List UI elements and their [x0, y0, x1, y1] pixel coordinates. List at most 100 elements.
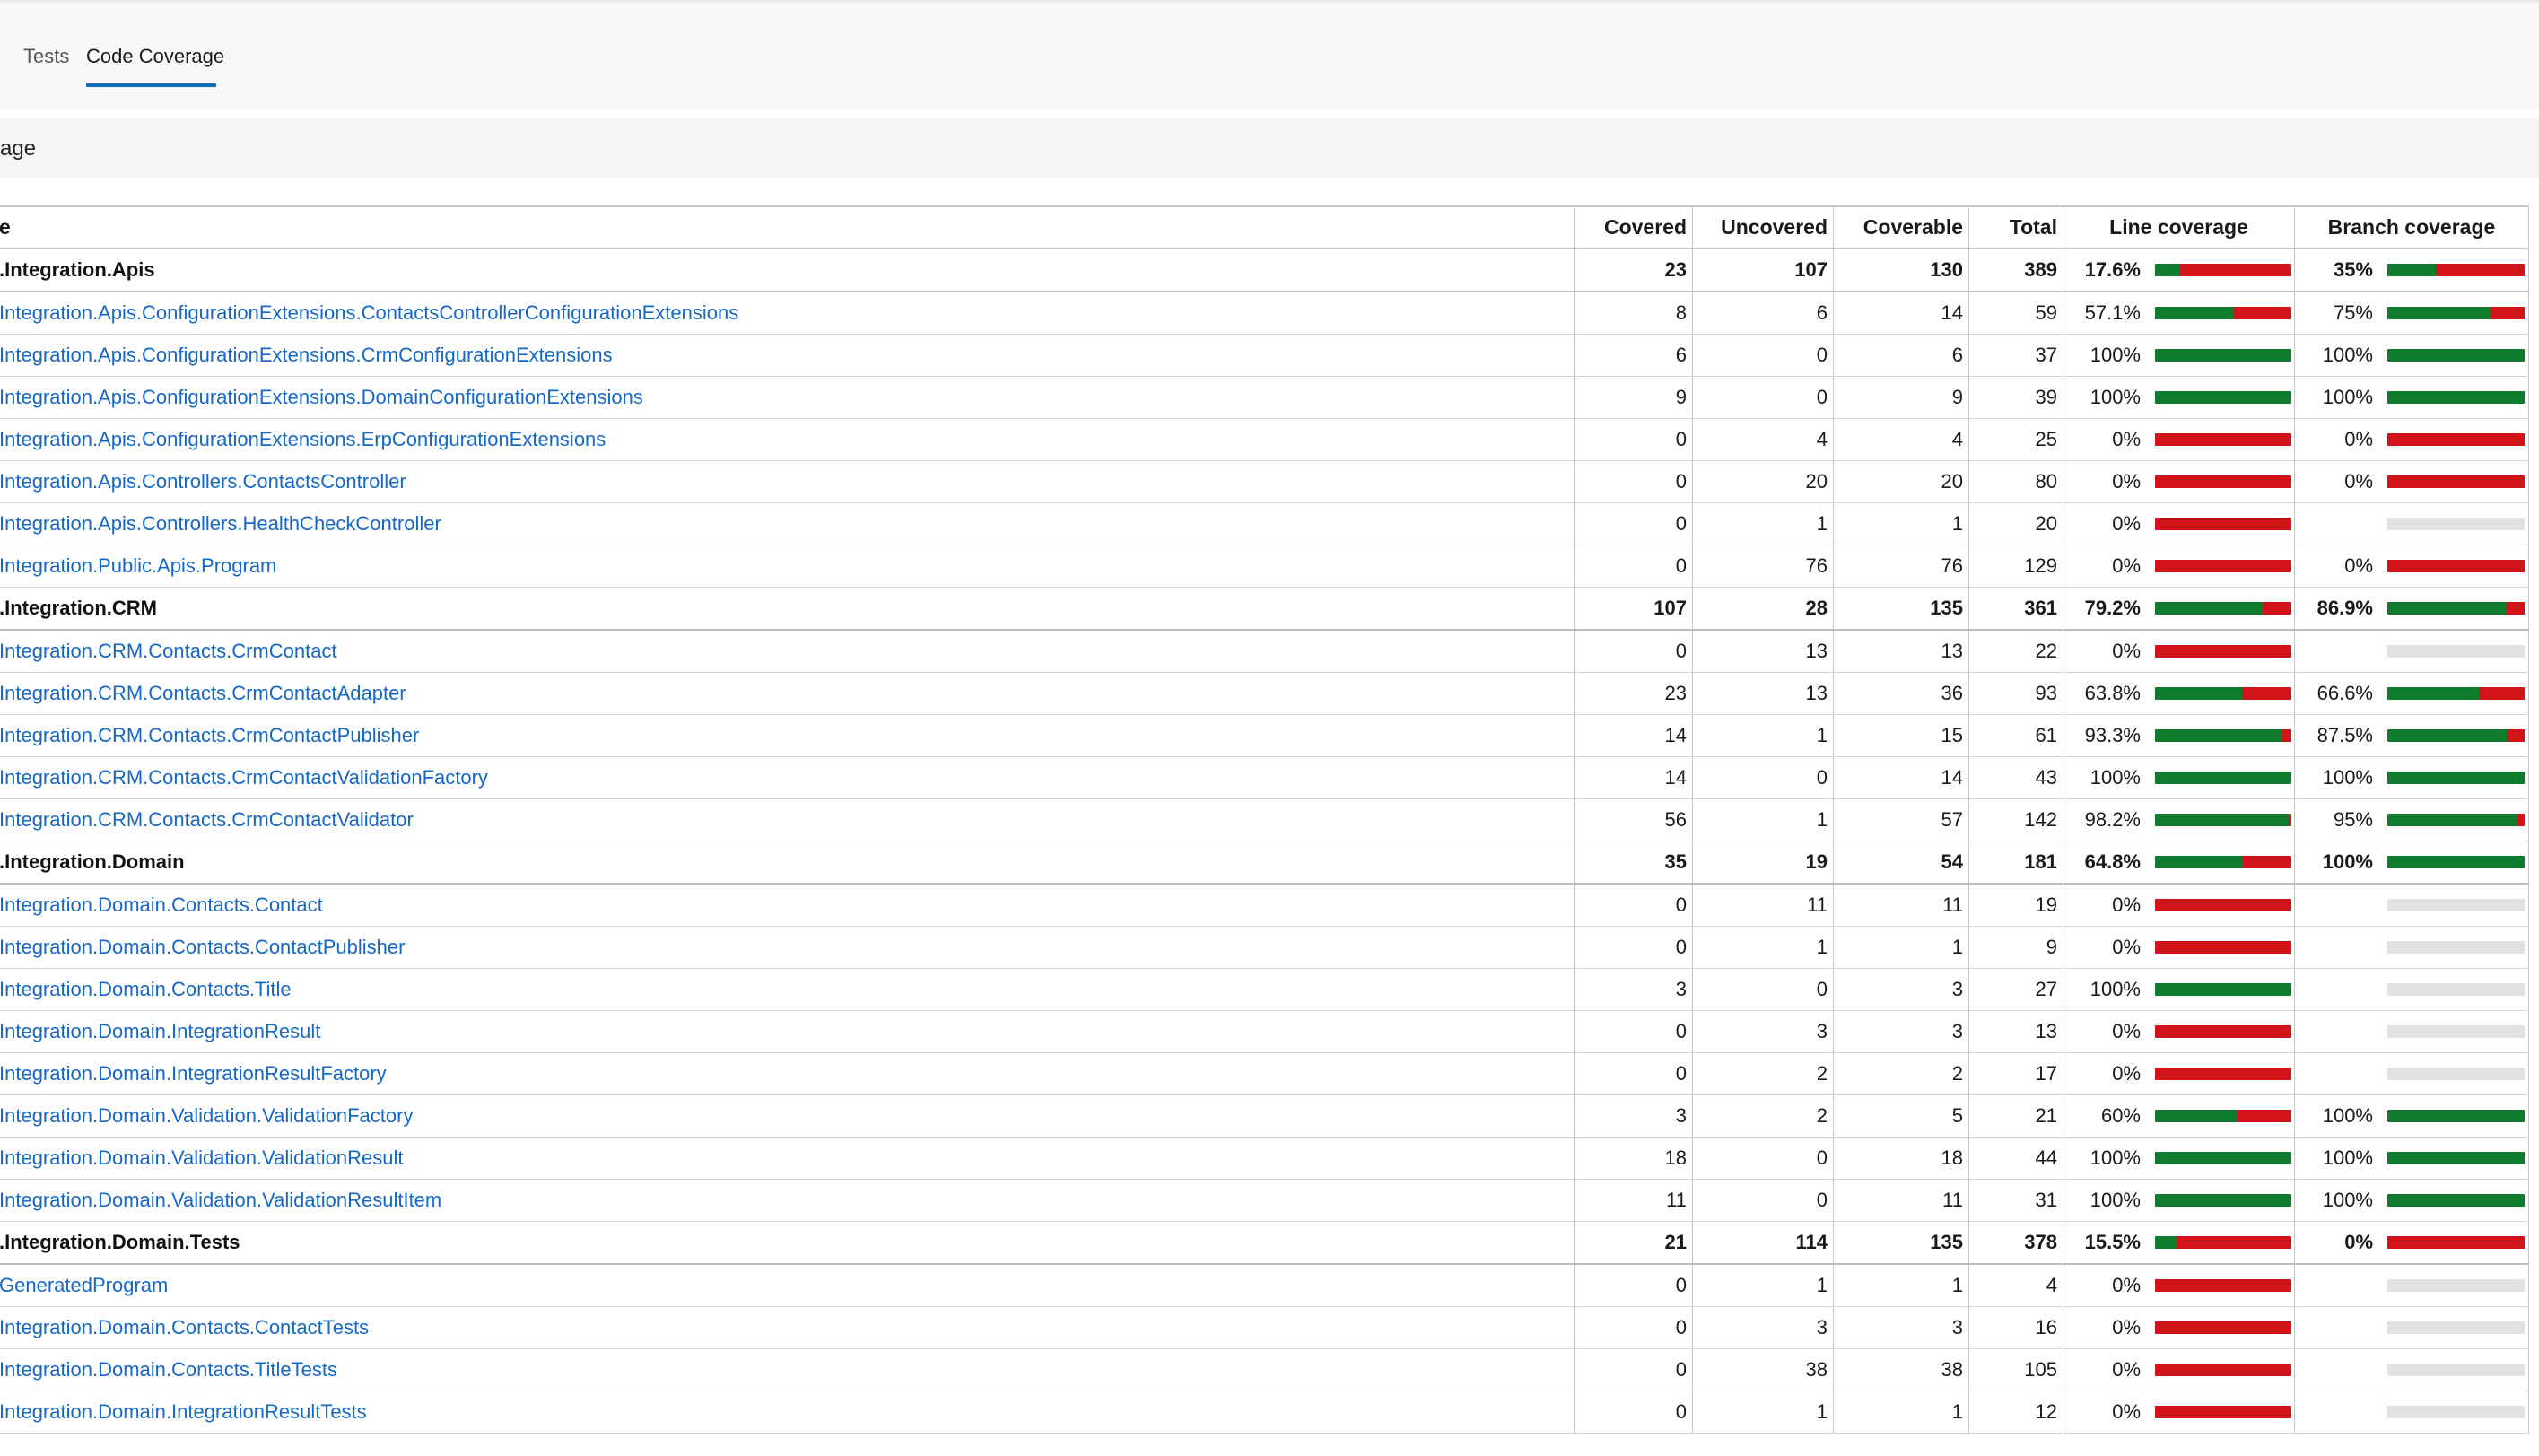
class-link[interactable]: Integration.CRM.Contacts.CrmContactValid…	[0, 766, 488, 789]
class-link[interactable]: Integration.Domain.Validation.Validation…	[0, 1104, 413, 1127]
uncovered-segment	[2155, 1278, 2291, 1292]
line-coverage-percent: 100%	[2090, 1188, 2141, 1211]
uncovered-segment	[2517, 813, 2525, 826]
class-link[interactable]: Integration.Apis.Controllers.HealthCheck…	[0, 512, 441, 535]
line-coverage-percent: 0%	[2112, 1019, 2141, 1042]
column-header-line-coverage[interactable]: Line coverage	[2063, 205, 2295, 249]
class-link[interactable]: Integration.Domain.Contacts.Contact	[0, 894, 323, 916]
coverable-cell: 20	[1833, 460, 1969, 503]
coverage-table: e Covered Uncovered Coverable Total Line…	[0, 205, 2529, 1434]
line-coverage-percent: 0%	[2112, 469, 2141, 493]
assembly-row: .Integration.Apis 23 107 130 389 17.6% 35%	[0, 248, 2529, 292]
branch-coverage-percent: 0%	[2344, 427, 2373, 450]
total-cell: 21	[1968, 1094, 2063, 1138]
branch-coverage-cell	[2294, 502, 2529, 545]
branch-coverage-bar	[2387, 1024, 2525, 1038]
total-cell: 61	[1968, 714, 2063, 757]
class-link[interactable]: Integration.Domain.IntegrationResultFact…	[0, 1062, 387, 1085]
covered-cell: 3	[1574, 1094, 1693, 1138]
uncovered-cell: 0	[1692, 1179, 1834, 1222]
uncovered-segment	[2387, 475, 2525, 488]
column-header-name[interactable]: e	[0, 205, 1575, 249]
total-cell: 12	[1968, 1391, 2063, 1434]
class-link[interactable]: Integration.Domain.Contacts.ContactPubli…	[0, 936, 405, 958]
line-coverage-cell: 100%	[2063, 1137, 2295, 1180]
line-coverage-cell: 0%	[2063, 502, 2295, 545]
branch-coverage-cell	[2294, 1348, 2529, 1391]
tab-code-coverage[interactable]: Code Coverage	[86, 45, 224, 68]
branch-coverage-cell: 100%	[2294, 1094, 2529, 1138]
tab-tests[interactable]: Tests	[23, 45, 69, 68]
line-coverage-cell: 98.2%	[2063, 798, 2295, 841]
branch-coverage-cell: 35%	[2294, 248, 2529, 292]
uncovered-segment	[2490, 306, 2525, 319]
class-name-cell: Integration.Domain.Contacts.Title	[0, 968, 1575, 1011]
coverable-cell: 9	[1833, 376, 1969, 419]
class-link[interactable]: Integration.Public.Apis.Program	[0, 554, 276, 577]
coverage-table-container[interactable]: e Covered Uncovered Coverable Total Line…	[0, 205, 2529, 1434]
column-header-uncovered[interactable]: Uncovered	[1692, 205, 1834, 249]
branch-coverage-cell	[2294, 1391, 2529, 1434]
branch-coverage-cell: 0%	[2294, 1221, 2529, 1265]
covered-cell: 0	[1574, 629, 1693, 673]
branch-coverage-bar	[2387, 1235, 2525, 1249]
line-coverage-bar	[2155, 898, 2291, 911]
coverable-cell: 5	[1833, 1094, 1969, 1138]
branch-coverage-bar	[2387, 1193, 2525, 1207]
class-link[interactable]: Integration.Apis.ConfigurationExtensions…	[0, 428, 606, 450]
line-coverage-cell: 0%	[2063, 545, 2295, 588]
line-coverage-percent: 0%	[2112, 427, 2141, 450]
uncovered-segment	[2155, 475, 2291, 488]
class-link[interactable]: Integration.Apis.ConfigurationExtensions…	[0, 344, 613, 366]
class-link[interactable]: Integration.Apis.Controllers.ContactsCon…	[0, 470, 406, 493]
table-row: Integration.Domain.Validation.Validation…	[0, 1179, 2529, 1222]
covered-cell: 0	[1574, 1052, 1693, 1095]
line-coverage-cell: 79.2%	[2063, 587, 2295, 631]
covered-cell: 21	[1574, 1221, 1693, 1265]
column-header-covered[interactable]: Covered	[1574, 205, 1693, 249]
class-link[interactable]: Integration.CRM.Contacts.CrmContactPubli…	[0, 724, 419, 746]
line-coverage-cell: 0%	[2063, 460, 2295, 503]
uncovered-segment	[2155, 898, 2291, 911]
branch-coverage-percent: 75%	[2333, 301, 2373, 324]
table-row: Integration.Domain.Contacts.Title 3 0 3 27 10…	[0, 968, 2529, 1011]
column-header-branch-coverage[interactable]: Branch coverage	[2294, 205, 2529, 249]
class-link[interactable]: Integration.Apis.ConfigurationExtensions…	[0, 301, 738, 324]
covered-cell: 0	[1574, 545, 1693, 588]
covered-segment	[2387, 813, 2518, 826]
class-link[interactable]: Integration.Apis.ConfigurationExtensions…	[0, 386, 643, 408]
class-link[interactable]: GeneratedProgram	[0, 1274, 168, 1296]
class-name-cell: Integration.CRM.Contacts.CrmContact	[0, 629, 1575, 673]
line-coverage-cell: 100%	[2063, 968, 2295, 1011]
class-link[interactable]: Integration.Domain.Contacts.ContactTests	[0, 1316, 369, 1338]
class-link[interactable]: Integration.CRM.Contacts.CrmContactAdapt…	[0, 682, 406, 704]
assembly-name: .Integration.Domain	[0, 850, 185, 873]
line-coverage-bar	[2155, 1151, 2291, 1164]
branch-coverage-bar	[2387, 263, 2525, 276]
class-link[interactable]: Integration.Domain.Validation.Validation…	[0, 1146, 403, 1169]
class-link[interactable]: Integration.Domain.Validation.Validation…	[0, 1189, 441, 1211]
line-coverage-cell: 17.6%	[2063, 248, 2295, 292]
class-name-cell: Integration.Apis.ConfigurationExtensions…	[0, 291, 1575, 335]
class-name-cell: Integration.Domain.Validation.Validation…	[0, 1179, 1575, 1222]
class-link[interactable]: Integration.Domain.IntegrationResultTest…	[0, 1400, 367, 1423]
branch-coverage-cell: 75%	[2294, 291, 2529, 335]
class-name-cell: Integration.Domain.Contacts.Contact	[0, 883, 1575, 927]
covered-cell: 11	[1574, 1179, 1693, 1222]
branch-coverage-cell	[2294, 968, 2529, 1011]
coverable-cell: 130	[1833, 248, 1969, 292]
class-link[interactable]: Integration.CRM.Contacts.CrmContactValid…	[0, 808, 414, 831]
column-header-coverable[interactable]: Coverable	[1833, 205, 1969, 249]
covered-segment	[2155, 348, 2291, 362]
class-link[interactable]: Integration.Domain.IntegrationResult	[0, 1020, 320, 1042]
class-link[interactable]: Integration.Domain.Contacts.Title	[0, 978, 292, 1000]
column-header-total[interactable]: Total	[1968, 205, 2063, 249]
uncovered-segment	[2155, 940, 2291, 954]
line-coverage-bar	[2155, 982, 2291, 996]
total-cell: 39	[1968, 376, 2063, 419]
class-link[interactable]: Integration.CRM.Contacts.CrmContact	[0, 640, 337, 662]
class-link[interactable]: Integration.Domain.Contacts.TitleTests	[0, 1358, 337, 1381]
covered-segment	[2387, 686, 2479, 700]
line-coverage-bar	[2155, 1321, 2291, 1334]
total-cell: 142	[1968, 798, 2063, 841]
